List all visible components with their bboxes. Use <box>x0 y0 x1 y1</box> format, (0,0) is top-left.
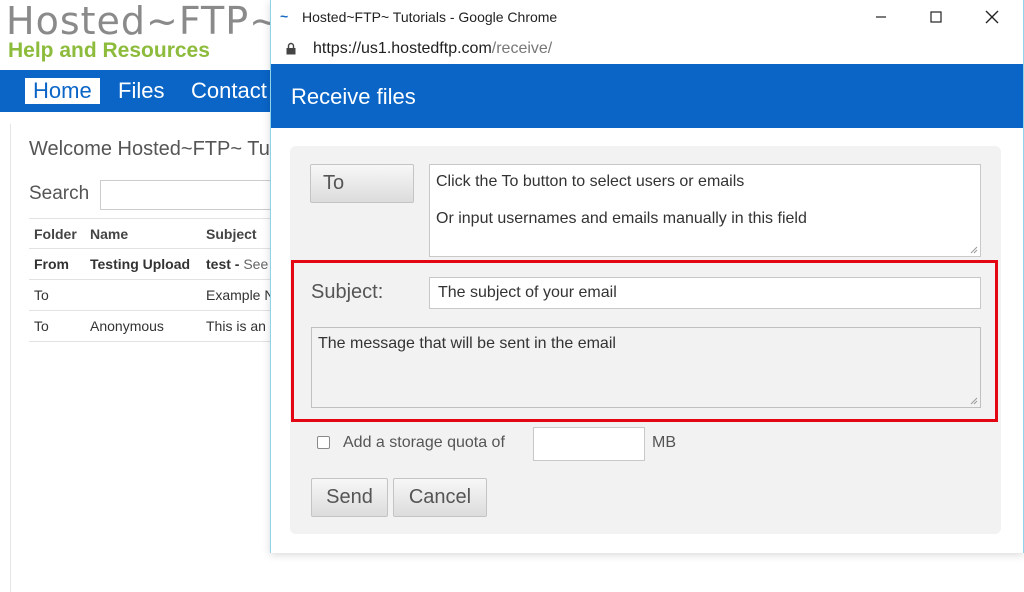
row-name: Anonymous <box>90 318 164 334</box>
window-titlebar[interactable]: ~ Hosted~FTP~ Tutorials - Google Chrome <box>271 0 1023 34</box>
search-input[interactable] <box>100 180 272 210</box>
nav-home[interactable]: Home <box>25 78 100 104</box>
table-row[interactable]: To Anonymous This is an <box>29 311 272 342</box>
files-table: Folder Name Subject From Testing Upload … <box>29 218 272 342</box>
site-logo[interactable]: Hosted~FTP~ Help and Resources <box>6 2 282 62</box>
popup-window: ~ Hosted~FTP~ Tutorials - Google Chrome … <box>270 0 1024 553</box>
recipients-placeholder-line2: Or input usernames and emails manually i… <box>436 210 807 227</box>
maximize-icon <box>930 11 942 23</box>
row-folder: To <box>34 287 49 303</box>
storage-quota-unit: MB <box>652 434 676 451</box>
nav-contact[interactable]: Contact <box>183 78 275 104</box>
dialog-title: Receive files <box>291 84 416 109</box>
recipients-field[interactable]: Click the To button to select users or e… <box>429 164 981 257</box>
lock-icon <box>286 42 296 55</box>
minimize-button[interactable] <box>861 4 901 30</box>
storage-quota-label: Add a storage quota of <box>343 434 505 451</box>
header-folder[interactable]: Folder <box>34 226 89 242</box>
maximize-button[interactable] <box>916 4 956 30</box>
row-folder: From <box>34 256 69 272</box>
header-subject[interactable]: Subject <box>206 226 272 242</box>
row-subject: Example N <box>206 287 272 303</box>
search-label: Search <box>29 183 90 204</box>
dialog-header: Receive files <box>271 64 1023 128</box>
row-folder: To <box>34 318 49 334</box>
recipients-placeholder-line1: Click the To button to select users or e… <box>436 173 745 190</box>
minimize-icon <box>876 16 886 18</box>
highlight-annotation <box>291 260 998 422</box>
storage-quota-checkbox[interactable] <box>317 436 330 449</box>
url-text[interactable]: https://us1.hostedftp.com/receive/ <box>313 40 552 58</box>
table-row[interactable]: To Example N <box>29 280 272 311</box>
window-title: Hosted~FTP~ Tutorials - Google Chrome <box>302 9 558 25</box>
nav-files[interactable]: Files <box>110 78 172 104</box>
logo-title: Hosted~FTP~ <box>6 0 283 43</box>
close-icon <box>985 10 999 24</box>
row-subject: test - See <box>206 256 269 272</box>
cancel-button[interactable]: Cancel <box>393 478 487 517</box>
table-row[interactable]: From Testing Upload test - See <box>29 249 272 280</box>
row-subject: This is an <box>206 318 266 334</box>
welcome-heading: Welcome Hosted~FTP~ Tu <box>29 138 270 160</box>
table-header: Folder Name Subject <box>29 218 272 249</box>
storage-quota-input[interactable] <box>533 427 645 461</box>
send-button[interactable]: Send <box>311 478 388 517</box>
site-nav: Home Files Contact <box>0 70 272 112</box>
site-favicon-icon: ~ <box>280 8 289 24</box>
header-name[interactable]: Name <box>90 226 205 242</box>
resize-grip-icon[interactable] <box>970 246 978 254</box>
to-button[interactable]: To <box>310 164 414 203</box>
close-button[interactable] <box>972 4 1012 30</box>
row-name: Testing Upload <box>90 256 191 272</box>
logo-subtitle: Help and Resources <box>8 39 210 62</box>
address-bar[interactable]: https://us1.hostedftp.com/receive/ <box>271 34 1023 64</box>
